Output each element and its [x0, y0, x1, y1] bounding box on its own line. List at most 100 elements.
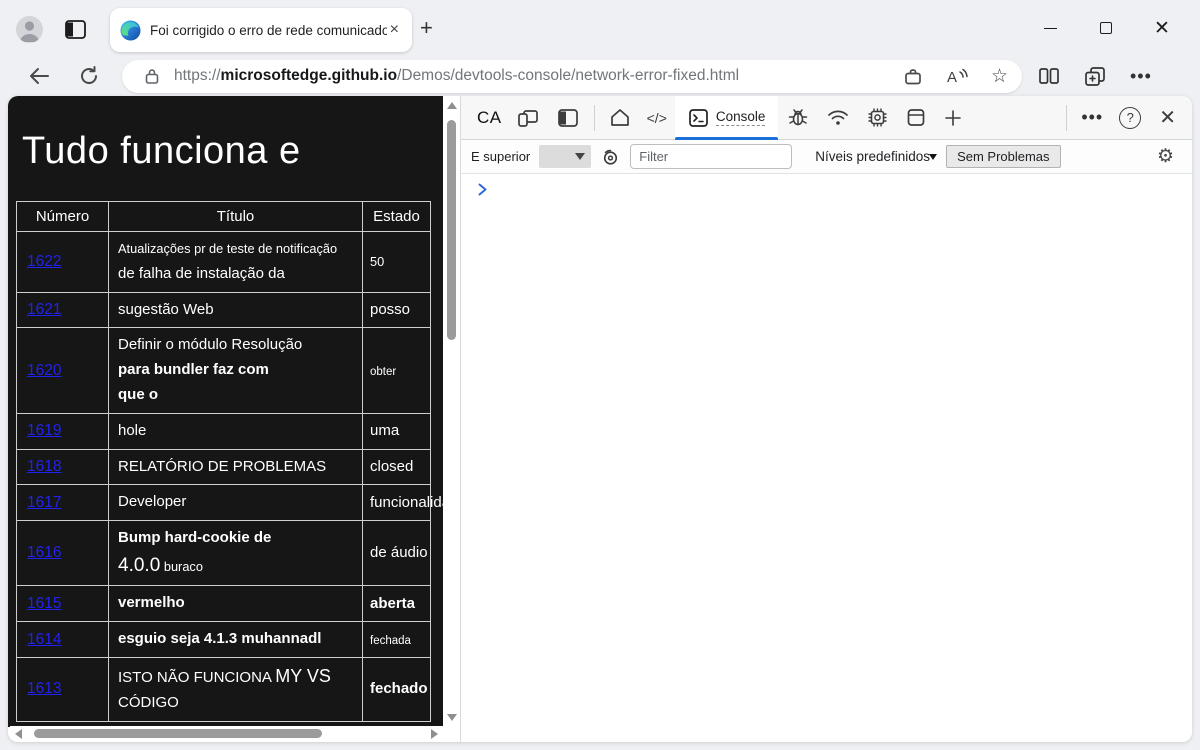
- title-text: esguio seja 4.1.3 muhannadl: [118, 630, 321, 647]
- issue-title-cell: Atualizações pr de teste de notificaçãod…: [109, 232, 363, 293]
- tab-close-icon[interactable]: ×: [387, 22, 402, 38]
- table-row: 1619holeuma: [17, 413, 431, 449]
- console-prompt-chevron[interactable]: [477, 183, 488, 196]
- issue-number-link[interactable]: 1616: [27, 544, 61, 561]
- issue-number-link[interactable]: 1619: [27, 422, 61, 439]
- scroll-right-arrow-icon[interactable]: [431, 729, 438, 739]
- console-output-area[interactable]: [461, 174, 1192, 742]
- table-row: 1613ISTO NÃO FUNCIONA MY VSCÓDIGOfechado: [17, 658, 431, 722]
- settings-more-button[interactable]: •••: [1130, 66, 1152, 87]
- issue-number-cell: 1620: [17, 328, 109, 413]
- dock-panel-icon: [556, 107, 580, 129]
- issue-number-link[interactable]: 1621: [27, 301, 61, 318]
- tab-actions-menu-icon[interactable]: [64, 19, 88, 41]
- split-screen-icon: [1038, 67, 1060, 85]
- issues-table: NúmeroTítuloEstado 1622Atualizações pr d…: [16, 201, 431, 722]
- issue-number-cell: 1613: [17, 658, 109, 722]
- tab-issues[interactable]: [778, 96, 818, 140]
- title-text: vermelho: [118, 594, 185, 611]
- chevron-down-icon[interactable]: [929, 154, 937, 160]
- devtools-ca-button[interactable]: CA: [467, 96, 508, 140]
- title-text: Definir o módulo Resolução: [118, 336, 302, 353]
- status-text: obter: [370, 366, 396, 378]
- tab-console[interactable]: Console: [675, 96, 779, 140]
- vertical-scrollbar-thumb[interactable]: [447, 120, 456, 340]
- wifi-icon: [826, 107, 850, 128]
- back-button[interactable]: [24, 67, 54, 85]
- status-text: closed: [370, 458, 413, 475]
- status-text: fechado: [370, 680, 428, 697]
- issue-number-cell: 1619: [17, 413, 109, 449]
- title-text: para bundler faz com: [118, 361, 269, 378]
- issue-number-cell: 1615: [17, 586, 109, 622]
- tab-performance[interactable]: [858, 96, 897, 140]
- devtools-close-button[interactable]: ✕: [1149, 105, 1186, 130]
- issue-number-link[interactable]: 1622: [27, 253, 61, 270]
- issue-number-link[interactable]: 1615: [27, 595, 61, 612]
- url-path: /Demos/devtools-console/network-error-fi…: [397, 67, 739, 84]
- bug-icon: [786, 106, 810, 129]
- minimize-button[interactable]: [1022, 12, 1078, 44]
- console-filter-bar: E superior Níveis predefinidos Sem Probl…: [461, 140, 1192, 174]
- tab-welcome[interactable]: [601, 96, 639, 140]
- scroll-down-arrow-icon[interactable]: [447, 714, 457, 721]
- favorites-star-button[interactable]: ☆: [991, 65, 1008, 88]
- issue-title-cell: vermelho: [109, 586, 363, 622]
- work-profile-button[interactable]: [903, 67, 923, 86]
- device-emulation-button[interactable]: [508, 96, 548, 140]
- dock-side-button[interactable]: [548, 96, 588, 140]
- tab-elements[interactable]: </>: [639, 96, 675, 140]
- horizontal-scrollbar[interactable]: [10, 726, 443, 741]
- issue-title-cell: Developer: [109, 485, 363, 521]
- browser-tab[interactable]: Foi corrigido o erro de rede comunicado …: [110, 8, 412, 52]
- console-settings-gear-icon[interactable]: ⚙: [1157, 145, 1182, 168]
- split-screen-button[interactable]: [1038, 67, 1060, 85]
- tab-network[interactable]: [818, 96, 858, 140]
- live-expression-button[interactable]: [600, 148, 621, 166]
- maximize-button[interactable]: [1078, 12, 1134, 44]
- status-text: fechada: [370, 635, 411, 647]
- collections-button[interactable]: [1084, 66, 1106, 87]
- lock-icon: [144, 67, 160, 85]
- scroll-up-arrow-icon[interactable]: [447, 102, 457, 109]
- issue-status-cell: aberta: [363, 586, 431, 622]
- issue-number-link[interactable]: 1614: [27, 631, 61, 648]
- status-text: funcionalidade: [370, 494, 443, 511]
- column-header: Estado: [363, 202, 431, 232]
- default-levels-label[interactable]: Níveis predefinidos: [815, 149, 930, 164]
- horizontal-scrollbar-thumb[interactable]: [34, 729, 322, 738]
- toolbar-divider: [594, 105, 595, 131]
- issue-number-link[interactable]: 1620: [27, 362, 61, 379]
- issue-number-link[interactable]: 1613: [27, 680, 61, 697]
- url-scheme: https://: [174, 67, 221, 84]
- title-text: que o: [118, 386, 158, 403]
- issue-status-cell: obter: [363, 328, 431, 413]
- console-filter-input[interactable]: [630, 144, 792, 169]
- table-row: 1615 vermelho aberta: [17, 586, 431, 622]
- issue-number-link[interactable]: 1617: [27, 494, 61, 511]
- vertical-scrollbar[interactable]: [444, 98, 459, 725]
- devtools-help-button[interactable]: ?: [1111, 96, 1149, 140]
- new-tab-button[interactable]: +: [420, 17, 433, 39]
- issue-title-cell: esguio seja 4.1.3 muhannadl: [109, 622, 363, 658]
- issue-number-cell: 1622: [17, 232, 109, 293]
- issue-title-cell: RELATÓRIO DE PROBLEMAS: [109, 449, 363, 485]
- column-header: Título: [109, 202, 363, 232]
- read-aloud-button[interactable]: A: [945, 67, 969, 86]
- no-issues-button[interactable]: Sem Problemas: [946, 145, 1060, 168]
- address-bar[interactable]: https://microsoftedge.github.io/Demos/de…: [122, 60, 1022, 93]
- reload-button[interactable]: [74, 66, 104, 86]
- home-icon: [609, 107, 631, 128]
- issue-number-cell: 1621: [17, 292, 109, 328]
- profile-avatar[interactable]: [16, 16, 43, 43]
- issue-number-cell: 1614: [17, 622, 109, 658]
- issue-number-link[interactable]: 1618: [27, 458, 61, 475]
- edge-favicon: [120, 20, 141, 41]
- log-level-dropdown[interactable]: [539, 145, 591, 168]
- more-tabs-button[interactable]: [935, 96, 971, 140]
- issue-title-cell: Definir o módulo Resolução para bundler f…: [109, 328, 363, 413]
- devtools-more-options-button[interactable]: •••: [1073, 96, 1111, 140]
- close-window-button[interactable]: ✕: [1134, 12, 1190, 44]
- tab-application[interactable]: [897, 96, 935, 140]
- scroll-left-arrow-icon[interactable]: [15, 729, 22, 739]
